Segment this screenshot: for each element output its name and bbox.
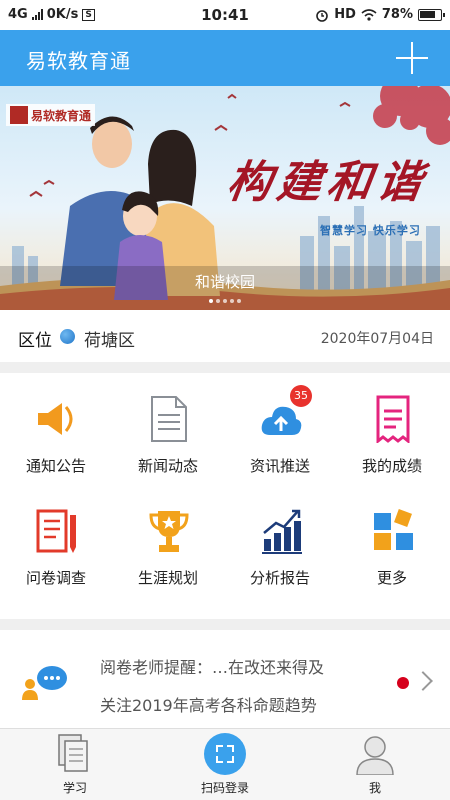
grid-item-career[interactable]: 生涯规划 [112, 485, 224, 595]
app-screen: 4G 0K/s S 10:41 HD 78% 易软教育通 易软教育通 构建和谐 … [0, 0, 450, 800]
bottom-tab-bar: 学习 扫码登录 我 [0, 728, 450, 800]
function-grid: 通知公告 新闻动态 35 资讯推送 我的成绩 问卷调查 生涯规划 分析报告 更多 [0, 373, 450, 619]
grade-sheet-icon [376, 395, 410, 443]
unread-dot [397, 677, 409, 689]
battery-icon [418, 8, 445, 21]
bar-chart-icon [262, 509, 302, 554]
carousel-dot[interactable] [223, 299, 227, 303]
push-badge: 35 [290, 385, 312, 407]
tab-label: 扫码登录 [200, 781, 249, 795]
carousel-dot[interactable] [216, 299, 220, 303]
banner-logo-text: 易软教育通 [31, 108, 92, 123]
tab-me[interactable]: 我 [300, 729, 450, 800]
grid-item-label: 生涯规划 [137, 569, 198, 587]
banner-slogan: 构建和谐 [223, 157, 431, 208]
banner-subslogan: 智慧学习 快乐学习 [320, 224, 421, 237]
grid-item-label: 新闻动态 [137, 457, 198, 475]
app-title: 易软教育通 [26, 49, 131, 73]
grid-item-report[interactable]: 分析报告 [224, 485, 336, 595]
carousel-dot[interactable] [209, 299, 213, 303]
district-row[interactable]: 区位 荷塘区 2020年07月04日 [0, 310, 450, 362]
user-icon [356, 736, 394, 775]
carousel-indicator[interactable] [0, 299, 450, 303]
grid-item-label: 问卷调查 [25, 569, 86, 587]
tab-study[interactable]: 学习 [0, 729, 150, 800]
status-bar: 4G 0K/s S 10:41 HD 78% [0, 0, 450, 30]
wifi-icon [361, 8, 377, 21]
grid-item-grades[interactable]: 我的成绩 [336, 373, 448, 483]
app-header: 易软教育通 [0, 30, 450, 86]
tab-label: 学习 [62, 781, 87, 795]
notice-text-1[interactable]: 阅卷老师提醒：…在改还来得及 [100, 654, 324, 678]
status-right: HD 78% [315, 7, 445, 22]
notice-card[interactable]: 阅卷老师提醒：…在改还来得及 关注2019年高考各科命题趋势 [0, 630, 450, 728]
current-date: 2020年07月04日 [320, 331, 434, 347]
tab-label: 我 [368, 781, 381, 795]
tab-scan-login[interactable]: 扫码登录 [150, 729, 300, 800]
grid-item-more[interactable]: 更多 [336, 485, 448, 595]
chat-user-icon [22, 666, 67, 700]
grid-item-label: 我的成绩 [361, 457, 422, 475]
grid-item-notice[interactable]: 通知公告 [0, 373, 112, 483]
hd-indicator: HD [334, 7, 356, 22]
more-blocks-icon [374, 509, 413, 550]
battery-percent: 78% [381, 7, 413, 22]
grid-item-label: 更多 [376, 569, 407, 587]
banner-carousel[interactable]: 易软教育通 构建和谐 智慧学习 快乐学习 和谐校园 [0, 86, 450, 310]
district-name[interactable]: 荷塘区 [84, 326, 135, 351]
news-icon [151, 396, 187, 442]
banner-logo: 易软教育通 [6, 104, 96, 126]
survey-icon [36, 509, 76, 553]
carousel-dot[interactable] [230, 299, 234, 303]
notice-text-2[interactable]: 关注2019年高考各科命题趋势 [100, 692, 317, 716]
grid-item-label: 资讯推送 [249, 457, 310, 475]
carousel-dot[interactable] [237, 299, 241, 303]
grid-item-push[interactable]: 35 资讯推送 [224, 373, 336, 483]
grid-item-survey[interactable]: 问卷调查 [0, 485, 112, 595]
push-icon-wrap: 35 [260, 385, 312, 443]
district-label: 区位 [18, 331, 52, 351]
scan-icon[interactable] [204, 733, 246, 775]
megaphone-icon [38, 403, 73, 435]
logo-icon [10, 106, 28, 124]
banner-caption: 和谐校园 [194, 273, 255, 291]
chevron-right-icon[interactable] [413, 671, 433, 691]
grid-item-news[interactable]: 新闻动态 [112, 373, 224, 483]
book-icon [58, 734, 88, 772]
trophy-icon [149, 511, 189, 552]
grid-item-label: 分析报告 [249, 569, 310, 587]
grid-item-label: 通知公告 [25, 457, 86, 475]
alarm-icon [316, 9, 329, 22]
globe-icon [60, 329, 75, 344]
plus-icon[interactable] [396, 42, 428, 74]
